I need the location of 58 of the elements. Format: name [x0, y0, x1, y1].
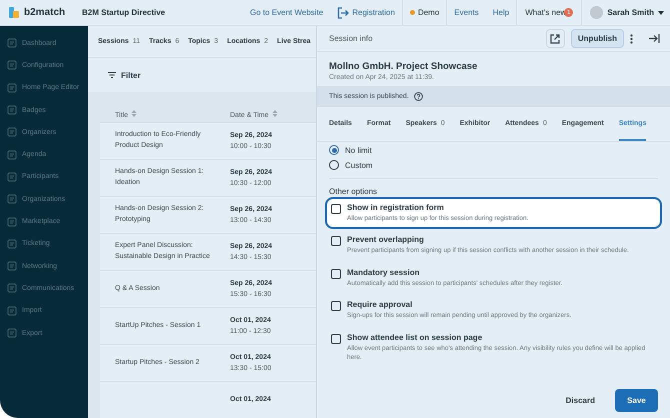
filter-icon [108, 72, 116, 78]
open-external-button[interactable] [546, 29, 565, 48]
panel-title: Session info [329, 34, 374, 43]
nav-link[interactable]: Events [447, 8, 486, 17]
help-icon[interactable] [414, 92, 423, 101]
option-label: Require approval [347, 300, 414, 310]
logo-icon [8, 6, 20, 19]
avatar [590, 6, 604, 19]
page-icon [7, 238, 17, 249]
status-label: Demo [418, 8, 440, 17]
collapse-button[interactable] [649, 34, 660, 43]
option-label: Show attendee list on session page [347, 332, 484, 342]
nav-link[interactable]: Go to Event Website [243, 8, 330, 17]
page-icon [7, 105, 17, 116]
logo-text: b2match [24, 7, 66, 18]
page-icon [7, 172, 17, 182]
checkbox[interactable] [331, 204, 341, 214]
radio-label: Custom [345, 160, 373, 170]
unpublish-button[interactable]: Unpublish [570, 29, 624, 48]
external-link-icon [550, 34, 560, 44]
more-icon [630, 34, 633, 44]
discard-button[interactable]: Discard [560, 394, 601, 406]
radio-button[interactable] [329, 145, 339, 155]
sort-icon [130, 110, 137, 116]
page-icon [7, 283, 17, 294]
checkbox[interactable] [331, 334, 341, 344]
more-button[interactable] [630, 34, 633, 44]
page-icon [7, 216, 17, 227]
user-name[interactable]: Sarah Smith [607, 8, 654, 17]
arrow-to-bar-icon [649, 34, 660, 43]
status-dot [410, 10, 415, 15]
registration-link[interactable]: Registration [352, 8, 395, 17]
option-label: Prevent overlapping [347, 235, 425, 244]
page-icon [7, 306, 17, 316]
checkbox[interactable] [331, 301, 341, 312]
event-name: B2M Startup Directive [82, 8, 166, 17]
page-icon [7, 60, 17, 70]
page-icon [7, 261, 17, 272]
option-label: Show in registration form [347, 203, 445, 212]
caret-icon [658, 10, 664, 14]
page-icon [7, 194, 17, 204]
session-name: Mollno GmbH. Project Showcase [328, 60, 478, 74]
page-icon [7, 328, 17, 338]
option-label: Mandatory session [347, 268, 420, 277]
radio-label: No limit [345, 146, 372, 154]
checkbox[interactable] [331, 236, 341, 246]
checkbox[interactable] [331, 268, 341, 279]
page-icon [7, 127, 17, 138]
filter-button[interactable]: Filter [102, 70, 147, 80]
arrow-into-box-icon [337, 6, 350, 18]
page-icon [7, 38, 17, 48]
sort-icon [272, 110, 278, 116]
radio-button[interactable] [329, 160, 339, 170]
save-button[interactable]: Save [615, 388, 658, 412]
page-icon [7, 150, 17, 160]
section-heading: Other options [329, 187, 378, 196]
page-icon [7, 82, 17, 93]
nav-link[interactable]: Help [486, 8, 516, 17]
